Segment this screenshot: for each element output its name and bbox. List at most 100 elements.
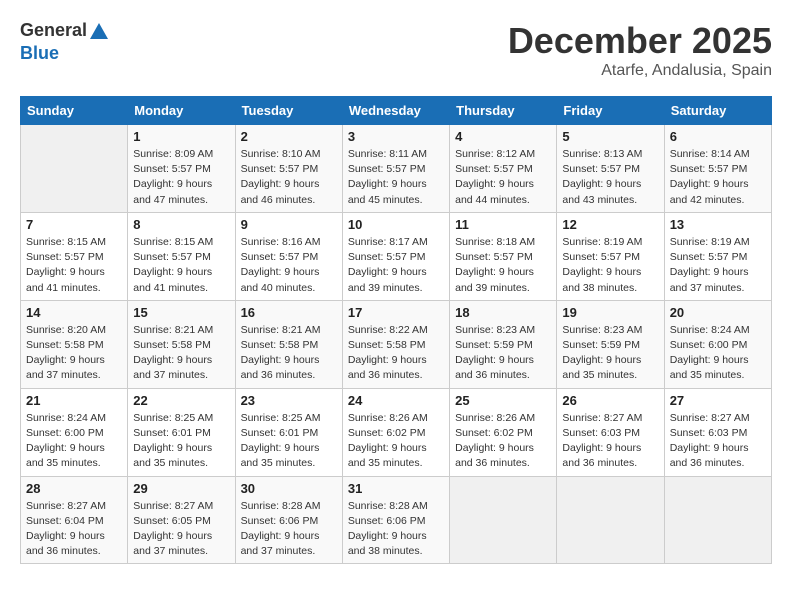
daylight-line1: Daylight: 9 hours	[348, 354, 427, 366]
daylight-line1: Daylight: 9 hours	[241, 266, 320, 278]
calendar-week-4: 21Sunrise: 8:24 AMSunset: 6:00 PMDayligh…	[21, 388, 772, 476]
sunset-text: Sunset: 6:04 PM	[26, 515, 104, 527]
daylight-line1: Daylight: 9 hours	[348, 266, 427, 278]
calendar-cell: 12Sunrise: 8:19 AMSunset: 5:57 PMDayligh…	[557, 212, 664, 300]
sunset-text: Sunset: 5:58 PM	[26, 339, 104, 351]
daylight-line2: and 41 minutes.	[133, 282, 208, 294]
daylight-line2: and 35 minutes.	[348, 457, 423, 469]
day-number: 15	[133, 305, 229, 320]
sunrise-text: Sunrise: 8:27 AM	[670, 412, 750, 424]
day-detail: Sunrise: 8:09 AM Sunset: 5:57 PM Daylight:…	[133, 147, 229, 208]
sunrise-text: Sunrise: 8:19 AM	[562, 236, 642, 248]
daylight-line2: and 37 minutes.	[670, 282, 745, 294]
weekday-header-monday: Monday	[128, 97, 235, 125]
day-number: 29	[133, 481, 229, 496]
daylight-line1: Daylight: 9 hours	[562, 178, 641, 190]
day-detail: Sunrise: 8:16 AMSunset: 5:57 PMDaylight:…	[241, 235, 337, 296]
calendar-cell: 6Sunrise: 8:14 AMSunset: 5:57 PMDaylight…	[664, 125, 771, 213]
sunrise-text: Sunrise: 8:09 AM	[133, 148, 213, 160]
daylight-line1: Daylight: 9 hours	[348, 178, 427, 190]
daylight-line1: Daylight: 9 hours	[133, 530, 212, 542]
calendar-week-5: 28Sunrise: 8:27 AMSunset: 6:04 PMDayligh…	[21, 476, 772, 564]
day-number: 10	[348, 217, 444, 232]
sunset-text: Sunset: 6:03 PM	[670, 427, 748, 439]
sunset-text: Sunset: 6:02 PM	[348, 427, 426, 439]
calendar-cell: 30Sunrise: 8:28 AMSunset: 6:06 PMDayligh…	[235, 476, 342, 564]
sunrise-text: Sunrise: 8:25 AM	[133, 412, 213, 424]
day-number: 6	[670, 129, 766, 144]
calendar-cell: 20Sunrise: 8:24 AMSunset: 6:00 PMDayligh…	[664, 300, 771, 388]
day-detail: Sunrise: 8:15 AMSunset: 5:57 PMDaylight:…	[26, 235, 122, 296]
daylight-line2: and 38 minutes.	[562, 282, 637, 294]
daylight-line1: Daylight: 9 hours	[562, 354, 641, 366]
sunset-text: Sunset: 6:06 PM	[348, 515, 426, 527]
sunset-text: Sunset: 5:57 PM	[670, 163, 748, 175]
sunrise-text: Sunrise: 8:21 AM	[133, 324, 213, 336]
weekday-header-wednesday: Wednesday	[342, 97, 449, 125]
calendar-cell: 23Sunrise: 8:25 AMSunset: 6:01 PMDayligh…	[235, 388, 342, 476]
calendar-cell: 3 Sunrise: 8:11 AMSunset: 5:57 PMDaylight…	[342, 125, 449, 213]
day-detail: Sunrise: 8:15 AMSunset: 5:57 PMDaylight:…	[133, 235, 229, 296]
daylight-line2: and 40 minutes.	[241, 282, 316, 294]
calendar-week-1: 1 Sunrise: 8:09 AM Sunset: 5:57 PM Daylight…	[21, 125, 772, 213]
daylight-line1: Daylight: 9 hours	[670, 266, 749, 278]
sunrise-text: Sunrise: 8:15 AM	[133, 236, 213, 248]
daylight-line2: and 35 minutes.	[26, 457, 101, 469]
day-number: 19	[562, 305, 658, 320]
sunrise-text: Sunrise: 8:23 AM	[455, 324, 535, 336]
daylight-line2: and 44 minutes.	[455, 194, 530, 206]
day-detail: Sunrise: 8:19 AMSunset: 5:57 PMDaylight:…	[670, 235, 766, 296]
calendar-cell: 17Sunrise: 8:22 AMSunset: 5:58 PMDayligh…	[342, 300, 449, 388]
sunset-text: Sunset: 5:57 PM	[562, 163, 640, 175]
sunrise-text: Sunrise: 8:23 AM	[562, 324, 642, 336]
daylight-line2: and 45 minutes.	[348, 194, 423, 206]
calendar-cell: 9Sunrise: 8:16 AMSunset: 5:57 PMDaylight…	[235, 212, 342, 300]
day-detail: Sunrise: 8:27 AMSunset: 6:03 PMDaylight:…	[562, 411, 658, 472]
logo-icon	[88, 21, 110, 43]
day-detail: Sunrise: 8:13 AM Sunset: 5:57 PM Daylight:…	[562, 147, 658, 208]
sunrise-text: Sunrise: 8:15 AM	[26, 236, 106, 248]
sunrise-text: Sunrise: 8:26 AM	[455, 412, 535, 424]
day-number: 1	[133, 129, 229, 144]
day-detail: Sunrise: 8:26 AM Sunset: 6:02 PM Daylight:…	[455, 411, 551, 472]
sunset-text: Sunset: 5:58 PM	[348, 339, 426, 351]
calendar-week-3: 14Sunrise: 8:20 AMSunset: 5:58 PMDayligh…	[21, 300, 772, 388]
day-detail: Sunrise: 8:23 AMSunset: 5:59 PMDaylight:…	[455, 323, 551, 384]
day-number: 28	[26, 481, 122, 496]
sunset-text: Sunset: 5:58 PM	[133, 339, 211, 351]
sunset-text: Sunset: 5:57 PM	[133, 163, 211, 175]
sunrise-text: Sunrise: 8:13 AM	[562, 148, 642, 160]
daylight-line2: and 42 minutes.	[670, 194, 745, 206]
calendar-cell: 27Sunrise: 8:27 AMSunset: 6:03 PMDayligh…	[664, 388, 771, 476]
calendar-cell	[664, 476, 771, 564]
day-number: 18	[455, 305, 551, 320]
sunset-text: Sunset: 5:57 PM	[562, 251, 640, 263]
day-detail: Sunrise: 8:23 AMSunset: 5:59 PMDaylight:…	[562, 323, 658, 384]
day-number: 3	[348, 129, 444, 144]
month-title: December 2025	[508, 20, 772, 62]
sunset-text: Sunset: 6:03 PM	[562, 427, 640, 439]
daylight-line1: Daylight: 9 hours	[348, 442, 427, 454]
day-detail: Sunrise: 8:11 AMSunset: 5:57 PMDaylight:…	[348, 147, 444, 208]
calendar-cell: 26Sunrise: 8:27 AMSunset: 6:03 PMDayligh…	[557, 388, 664, 476]
weekday-header-row: SundayMondayTuesdayWednesdayThursdayFrid…	[21, 97, 772, 125]
sunrise-text: Sunrise: 8:28 AM	[241, 500, 321, 512]
daylight-line1: Daylight: 9 hours	[241, 354, 320, 366]
daylight-line1: Daylight: 9 hours	[455, 442, 534, 454]
calendar-cell: 22Sunrise: 8:25 AMSunset: 6:01 PMDayligh…	[128, 388, 235, 476]
sunset-text: Sunset: 6:00 PM	[26, 427, 104, 439]
daylight-line2: and 36 minutes.	[26, 545, 101, 557]
day-number: 5	[562, 129, 658, 144]
sunrise-text: Sunrise: 8:27 AM	[562, 412, 642, 424]
weekday-header-thursday: Thursday	[450, 97, 557, 125]
daylight-line2: and 35 minutes.	[562, 369, 637, 381]
daylight-line2: and 46 minutes.	[241, 194, 316, 206]
day-detail: Sunrise: 8:20 AMSunset: 5:58 PMDaylight:…	[26, 323, 122, 384]
sunrise-text: Sunrise: 8:12 AM	[455, 148, 535, 160]
logo: General Blue	[20, 20, 111, 64]
day-number: 4	[455, 129, 551, 144]
daylight-line1: Daylight: 9 hours	[133, 178, 212, 190]
sunset-text: Sunset: 6:02 PM	[455, 427, 533, 439]
day-number: 26	[562, 393, 658, 408]
calendar-cell: 28Sunrise: 8:27 AMSunset: 6:04 PMDayligh…	[21, 476, 128, 564]
